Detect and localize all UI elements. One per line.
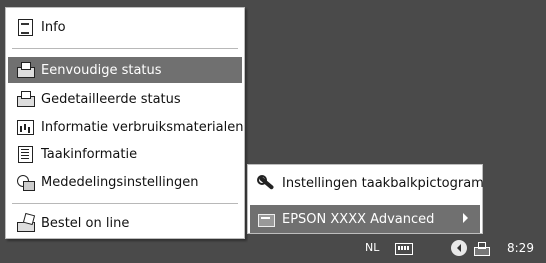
printer-context-menu: Info Eenvoudige status Gedetailleerde st… (5, 7, 245, 239)
clock[interactable]: 8:29 (507, 241, 534, 255)
consumables-icon (15, 117, 37, 137)
info-document-icon (15, 17, 37, 37)
menu-item-info[interactable]: Info (8, 14, 242, 40)
language-indicator[interactable]: NL (365, 241, 379, 254)
menu-item-instellingen-taakbalkpictogram[interactable]: Instellingen taakbalkpictogram (250, 169, 484, 197)
printer-status-icon (15, 60, 37, 80)
wrench-icon (256, 173, 276, 193)
menu-item-bestel-on-line[interactable]: Bestel on line (8, 210, 242, 236)
menu-item-label: Taakinformatie (41, 146, 138, 162)
menu-item-label: Informatie verbruiksmaterialen (41, 119, 244, 135)
detailed-status-icon (15, 89, 37, 109)
menu-item-eenvoudige-status[interactable]: Eenvoudige status (8, 57, 242, 83)
menu-item-verbruiksmaterialen[interactable]: Informatie verbruiksmaterialen (8, 114, 244, 140)
keyboard-icon[interactable] (395, 243, 413, 255)
epson-printer-icon (256, 209, 276, 229)
menu-item-taakinformatie[interactable]: Taakinformatie (8, 141, 242, 167)
show-hidden-icons-chevron-icon[interactable] (451, 240, 467, 256)
menu-item-gedetailleerde-status[interactable]: Gedetailleerde status (8, 86, 242, 112)
menu-separator (12, 48, 238, 49)
menu-item-epson-advanced[interactable]: EPSON XXXX Advanced (250, 205, 480, 233)
menu-item-mededelingsinstellingen[interactable]: Mededelingsinstellingen (8, 169, 242, 195)
menu-item-label: Info (41, 19, 66, 35)
menu-item-label: EPSON XXXX Advanced (282, 211, 435, 227)
menu-item-label: Bestel on line (41, 215, 130, 231)
system-tray: NL 8:29 (248, 235, 546, 263)
menu-item-label: Eenvoudige status (41, 62, 162, 78)
menu-item-label: Instellingen taakbalkpictogram (282, 175, 484, 191)
menu-item-label: Gedetailleerde status (41, 91, 181, 107)
notification-settings-icon (15, 172, 37, 192)
menu-separator (12, 203, 238, 204)
taskbar-icon-submenu: Instellingen taakbalkpictogram EPSON XXX… (247, 164, 484, 234)
submenu-arrow-icon (463, 213, 468, 223)
menu-item-label: Mededelingsinstellingen (41, 174, 199, 190)
order-online-icon (15, 213, 37, 233)
epson-tray-printer-icon[interactable] (474, 241, 490, 256)
job-info-icon (15, 144, 37, 164)
